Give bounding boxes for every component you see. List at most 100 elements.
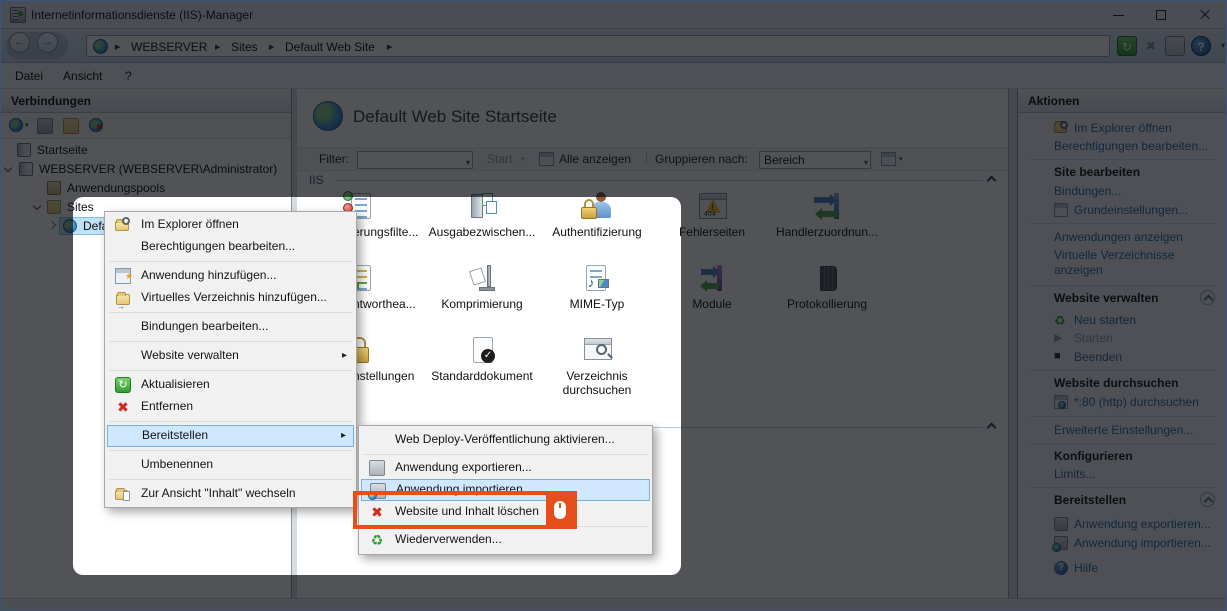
menu-datei[interactable]: Datei <box>15 69 43 83</box>
menu-help[interactable]: ? <box>125 69 132 83</box>
action-stop[interactable]: Beenden <box>1074 350 1122 364</box>
submenu-item-export-application[interactable]: Anwendung exportieren... <box>361 457 650 479</box>
submenu-item-enable-webdeploy[interactable]: Web Deploy-Veröffentlichung aktivieren..… <box>361 429 650 451</box>
home-icon[interactable] <box>1165 36 1185 56</box>
up-level-icon[interactable] <box>63 118 79 134</box>
iis-manager-window: Internetinformationsdienste (IIS)-Manage… <box>0 0 1227 611</box>
action-edit-permissions[interactable]: Berechtigungen bearbeiten... <box>1054 139 1208 153</box>
help-icon[interactable]: ? <box>1191 36 1211 56</box>
compression-icon[interactable] <box>467 263 499 295</box>
output-caching-icon[interactable] <box>467 191 499 223</box>
maximize-button[interactable] <box>1139 1 1184 29</box>
error-pages-icon[interactable]: 404 <box>697 191 729 223</box>
menu-ansicht[interactable]: Ansicht <box>63 69 102 83</box>
expander-icon[interactable] <box>48 221 56 229</box>
collapse-group-icon[interactable] <box>987 176 997 186</box>
feature-authentication[interactable]: Authentifizierung <box>537 225 657 239</box>
create-connection-icon[interactable]: ▾ <box>9 118 25 134</box>
import-application-icon <box>1054 536 1068 550</box>
server-icon <box>19 162 33 176</box>
action-restart[interactable]: Neu starten <box>1074 313 1136 327</box>
breadcrumb-default-web-site[interactable]: Default Web Site <box>285 40 375 54</box>
action-limits[interactable]: Limits... <box>1054 467 1095 481</box>
disconnect-icon[interactable]: ✖ <box>89 118 105 134</box>
menu-item-switch-content-view[interactable]: Zur Ansicht "Inhalt" wechseln <box>107 483 354 505</box>
action-view-virtual-dirs[interactable]: Virtuelle Verzeichnisse anzeigen <box>1054 248 1214 278</box>
collapse-section-icon[interactable] <box>1200 290 1215 305</box>
action-import-app[interactable]: Anwendung importieren... <box>1074 536 1211 550</box>
action-export-app[interactable]: Anwendung exportieren... <box>1074 517 1211 531</box>
menu-item-add-virtual-directory[interactable]: → Virtuelles Verzeichnis hinzufügen... <box>107 287 354 309</box>
submenu-item-recycle[interactable]: ♻ Wiederverwenden... <box>361 529 650 551</box>
browse-site-icon <box>1054 395 1068 409</box>
menu-item-remove[interactable]: ✖ Entfernen <box>107 396 354 418</box>
filter-input[interactable]: ▾ <box>357 151 473 169</box>
show-all-button[interactable]: Alle anzeigen <box>559 152 631 166</box>
refresh-page-icon[interactable]: ↻ <box>1117 36 1137 56</box>
modules-icon[interactable] <box>697 263 729 295</box>
feature-mime-types[interactable]: MIME-Typ <box>537 297 657 311</box>
tree-item-anwendungspools[interactable]: Anwendungspools <box>1 179 291 198</box>
connections-toolbar: ▾ ✖ <box>1 113 291 139</box>
recycle-icon: ♻ <box>369 532 385 548</box>
authentication-icon[interactable] <box>582 191 614 223</box>
feature-error-pages[interactable]: Fehlerseiten <box>652 225 772 239</box>
actions-header: Aktionen <box>1018 89 1227 113</box>
view-mode-icon[interactable] <box>881 152 896 166</box>
menu-item-deploy[interactable]: Bereitstellen ▸ <box>107 425 354 447</box>
deploy-submenu: Web Deploy-Veröffentlichung aktivieren..… <box>358 425 653 555</box>
action-basic-settings[interactable]: Grundeinstellungen... <box>1074 203 1188 217</box>
minimize-button[interactable] <box>1096 1 1141 29</box>
actions-panel: Aktionen Im Explorer öffnen Berechtigung… <box>1017 89 1227 598</box>
feature-compression[interactable]: Komprimierung <box>422 297 542 311</box>
menu-item-edit-bindings[interactable]: Bindungen bearbeiten... <box>107 316 354 338</box>
section-edit-site: Site bearbeiten <box>1054 165 1140 179</box>
forward-button[interactable]: → <box>37 32 58 53</box>
filter-toolbar: Filter: ▾ Start ▾ Alle anzeigen | Gruppi… <box>297 147 1008 171</box>
breadcrumb-sites[interactable]: Sites <box>231 40 258 54</box>
help-dropdown-arrow-icon[interactable]: ▾ <box>1213 36 1227 56</box>
feature-logging[interactable]: Protokollierung <box>767 297 887 311</box>
tree-item-startseite[interactable]: Startseite <box>1 141 291 160</box>
tree-item-webserver[interactable]: WEBSERVER (WEBSERVER\Administrator) <box>1 160 291 179</box>
handler-mappings-icon[interactable] <box>812 191 844 223</box>
action-view-applications[interactable]: Anwendungen anzeigen <box>1054 230 1183 244</box>
action-advanced-settings[interactable]: Erweiterte Einstellungen... <box>1054 423 1193 437</box>
feature-modules[interactable]: Module <box>652 297 772 311</box>
group-by-label: Gruppieren nach: <box>655 152 748 166</box>
menu-item-rename[interactable]: Umbenennen <box>107 454 354 476</box>
refresh-icon: ↻ <box>115 377 131 393</box>
expander-icon[interactable] <box>4 164 12 172</box>
action-browse-80[interactable]: *:80 (http) durchsuchen <box>1074 395 1199 409</box>
default-document-icon[interactable]: ✓ <box>467 335 499 367</box>
feature-output-caching[interactable]: Ausgabezwischen... <box>422 225 542 239</box>
menu-item-add-application[interactable]: ★ Anwendung hinzufügen... <box>107 265 354 287</box>
section-configure: Konfigurieren <box>1054 449 1133 463</box>
action-bindings[interactable]: Bindungen... <box>1054 184 1121 198</box>
feature-handler-mappings[interactable]: Handlerzuordnun... <box>767 225 887 239</box>
expander-icon[interactable] <box>33 202 41 210</box>
logging-icon[interactable] <box>812 263 844 295</box>
forward-arrow-icon: → <box>42 37 53 48</box>
feature-default-document[interactable]: Standarddokument <box>422 369 542 383</box>
close-button[interactable] <box>1182 1 1227 29</box>
menu-item-open-explorer[interactable]: Im Explorer öffnen <box>107 214 354 236</box>
address-bar[interactable]: ▶ WEBSERVER ▶ Sites ▶ Default Web Site ▶ <box>86 35 1110 57</box>
group-by-select[interactable]: Bereich▾ <box>759 151 871 169</box>
menu-item-edit-permissions[interactable]: Berechtigungen bearbeiten... <box>107 236 354 258</box>
menu-item-manage-website[interactable]: Website verwalten ▸ <box>107 345 354 367</box>
restart-icon: ♻ <box>1054 313 1068 327</box>
back-button[interactable]: ← <box>9 32 30 53</box>
collapse-group-icon[interactable] <box>987 423 997 433</box>
action-open-explorer[interactable]: Im Explorer öffnen <box>1074 121 1172 135</box>
action-help[interactable]: Hilfe <box>1074 561 1098 575</box>
collapse-section-icon[interactable] <box>1200 492 1215 507</box>
mime-types-icon[interactable]: ♪ <box>582 263 614 295</box>
breadcrumb-webserver[interactable]: WEBSERVER <box>131 40 207 54</box>
feature-directory-browsing[interactable]: Verzeichnis durchsuchen <box>537 369 657 397</box>
menu-item-refresh[interactable]: ↻ Aktualisieren <box>107 374 354 396</box>
breadcrumb-arrow-icon: ▶ <box>269 43 274 51</box>
save-connection-icon <box>37 118 53 134</box>
directory-browsing-icon[interactable] <box>582 335 614 367</box>
view-mode-dropdown-icon[interactable]: ▾ <box>899 155 903 163</box>
